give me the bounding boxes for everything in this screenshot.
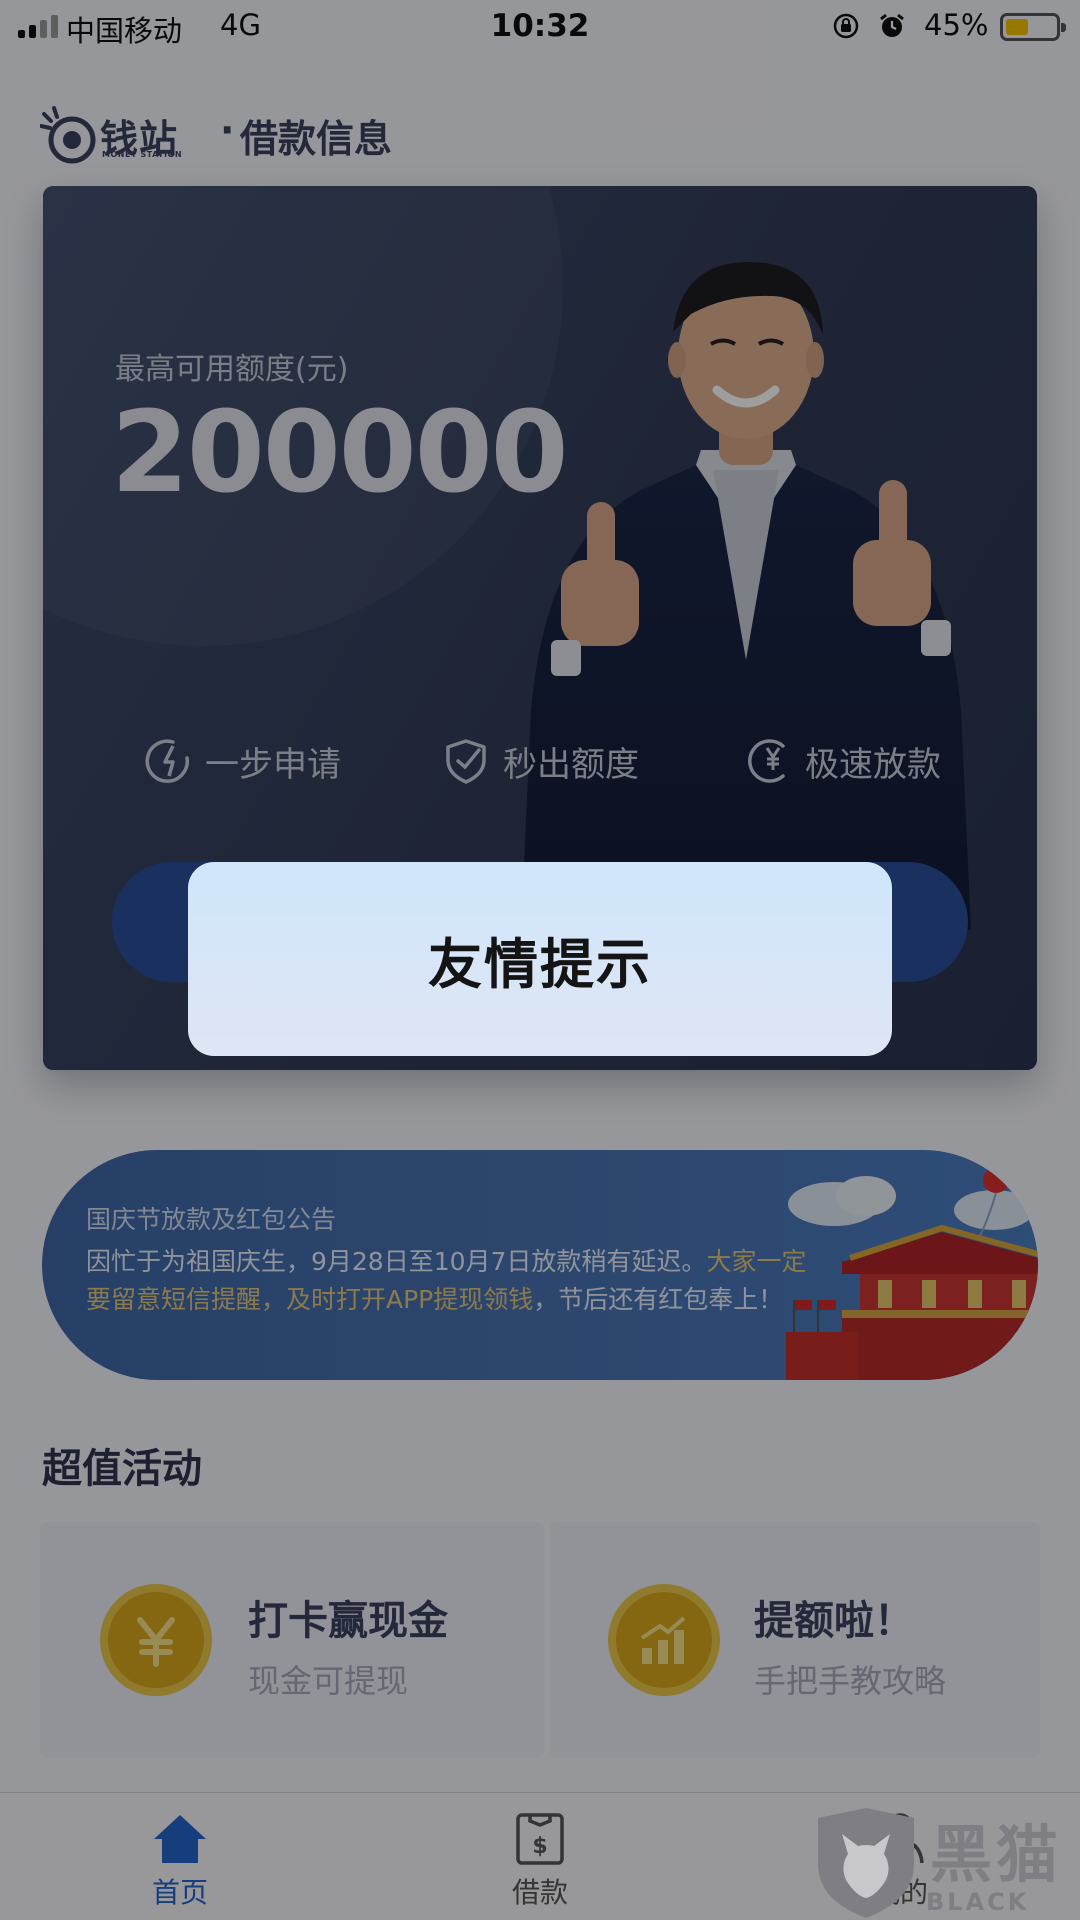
brand-separator: ·: [220, 108, 235, 152]
notice-text: 因忙于为祖国庆生，9月28日至10月7日放款稍有延迟。: [86, 1247, 707, 1276]
notice-highlight: 要留意短信提醒，及时打开APP提现领钱: [86, 1285, 534, 1314]
feature-label: 秒出额度: [503, 744, 639, 785]
tab-label: 首页: [151, 1876, 208, 1909]
alarm-icon: [878, 12, 906, 40]
yen-coin-icon: [100, 1584, 212, 1696]
orientation-lock-icon: [832, 12, 860, 40]
feature-instant-limit: 秒出额度: [441, 726, 639, 796]
activity-card-checkin[interactable]: 打卡赢现金 现金可提现: [40, 1522, 544, 1757]
feature-one-step: 一步申请: [143, 726, 341, 796]
tab-loan[interactable]: $ 借款: [430, 1793, 650, 1920]
shield-check-icon: [446, 739, 486, 784]
brand-subtitle: MONEY STATION: [102, 150, 183, 159]
growth-coin-icon: [608, 1584, 720, 1696]
section-title-activities: 超值活动: [42, 1446, 202, 1492]
battery-icon: [1000, 13, 1066, 41]
svg-text:$: $: [532, 1834, 547, 1859]
tab-label: 借款: [511, 1876, 568, 1909]
brand-header: 钱站 MONEY STATION · 借款信息: [40, 100, 440, 170]
feature-row: 一步申请 秒出额度 极速放款: [43, 726, 1037, 796]
watermark-subtext: BLACK CAT: [926, 1888, 1030, 1920]
tab-home[interactable]: 首页: [70, 1793, 290, 1920]
activity-title: 打卡赢现金: [248, 1598, 448, 1644]
notice-line-1: 因忙于为祖国庆生，9月28日至10月7日放款稍有延迟。大家一定: [86, 1242, 806, 1278]
tiananmen-illustration: [786, 1167, 1038, 1380]
lightning-circle-icon: [145, 739, 189, 783]
page-title: 借款信息: [240, 117, 393, 161]
holiday-notice-banner[interactable]: 国庆节放款及红包公告 因忙于为祖国庆生，9月28日至10月7日放款稍有延迟。大家…: [42, 1150, 1038, 1380]
activity-subtitle: 现金可提现: [248, 1662, 409, 1700]
home-icon: [154, 1815, 206, 1863]
notice-title: 国庆节放款及红包公告: [86, 1205, 337, 1234]
credit-limit-label: 最高可用额度(元): [115, 352, 349, 387]
feature-label: 极速放款: [805, 744, 941, 785]
friendly-reminder-dialog[interactable]: 友情提示: [188, 862, 892, 1056]
black-cat-logo-icon: [818, 1808, 914, 1918]
yen-circle-icon: [748, 739, 785, 783]
notice-text: ，节后还有红包奉上！: [533, 1285, 784, 1314]
spokesperson-image: [521, 262, 971, 930]
battery-percent: 45%: [924, 8, 989, 42]
loan-bag-icon: $: [516, 1813, 564, 1865]
watermark-text: 黑猫: [930, 1818, 1063, 1891]
black-cat-watermark: 黑猫 BLACK CAT: [808, 1804, 1080, 1920]
notice-line-2: 要留意短信提醒，及时打开APP提现领钱，节后还有红包奉上！: [86, 1280, 783, 1316]
money-station-logo-icon: [40, 106, 96, 164]
activity-title: 提额啦！: [754, 1598, 914, 1644]
status-bar: 中国移动 4G 10:32 45%: [0, 0, 1080, 54]
feature-label: 一步申请: [205, 744, 341, 785]
feature-fast-payout: 极速放款: [743, 726, 941, 796]
status-time: 10:32: [490, 8, 590, 44]
activity-card-raise-limit[interactable]: 提额啦！ 手把手教攻略: [550, 1522, 1040, 1757]
dialog-title: 友情提示: [428, 932, 652, 996]
activity-subtitle: 手把手教攻略: [754, 1662, 947, 1700]
